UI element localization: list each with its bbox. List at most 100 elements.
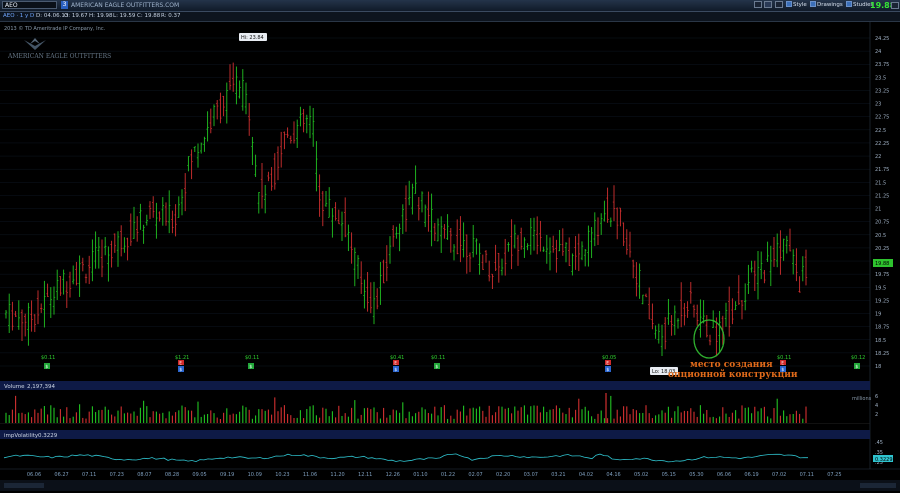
price-tick-label: 18.5 [875,338,886,344]
dividend-badge-label: $ [855,364,858,370]
volatility-current-label: 0.3229 [875,457,893,463]
time-tick-label: 09.05 [192,472,206,478]
volume-tick-label: 2 [875,412,878,418]
time-tick-label: 10.09 [248,472,262,478]
volume-label: Volume [4,384,25,390]
link-number-badge[interactable]: 3 [61,1,68,9]
time-tick-label: 06.06 [27,472,41,478]
volume-bars [5,393,807,423]
quote-high: H: 19.98 [89,13,113,19]
price-tick-label: 22.75 [875,115,889,121]
time-tick-label: 10.23 [275,472,289,478]
volume-tick-label: 6 [875,394,878,400]
scroll-track[interactable] [4,483,44,488]
price-tick-label: 24 [875,49,881,55]
price-tick-label: 24.25 [875,36,889,42]
high-marker: Hi: 23.84 [239,33,267,41]
company-name: AMERICAN EAGLE OUTFITTERS.COM [71,2,180,9]
dividend-badge-label: $ [435,364,438,370]
zoom-icon[interactable] [754,1,762,8]
time-tick-label: 11.06 [303,472,317,478]
time-tick-label: 05.02 [634,472,648,478]
time-tick-label: 07.25 [827,472,841,478]
price-axis: 24.252423.7523.523.252322.7522.522.25222… [869,22,889,469]
time-tick-label: 12.11 [358,472,372,478]
price-tick-label: 19.5 [875,285,886,291]
price-panel [0,22,870,380]
time-tick-label: 12.26 [386,472,400,478]
time-tick-label: 06.27 [54,472,68,478]
dividend-amount: $0.11 [245,355,259,361]
symbol-input[interactable]: AEO [2,1,57,9]
price-tick-label: 23.5 [875,75,886,81]
time-axis: 06.06 06.27 07.11 07.23 08.07 08.28 09.05 09.19… [27,472,842,478]
high-marker-label: Hi: 23.84 [241,35,264,41]
current-price-label: 19.88 [875,261,889,267]
time-tick-label: 07.02 [772,472,786,478]
chart-area[interactable]: 24.25 24 23.75 23.5 23.25 23 22.75 22.5 22.25 22 2… [0,22,900,491]
price-tick-label: 23 [875,102,881,108]
time-tick-label: 07.11 [82,472,96,478]
price-tick-label: 18.25 [875,351,889,357]
price-tick-label: 20.25 [875,246,889,252]
price-tick-label: 21.75 [875,167,889,173]
price-tick-label: 18 [875,364,881,370]
time-tick-label: 04.02 [579,472,593,478]
price-tick-label: 18.75 [875,325,889,331]
price-tick-label: 19.25 [875,298,889,304]
price-tick-label: 21.25 [875,193,889,199]
time-tick-label: 03.21 [551,472,565,478]
price-chart[interactable]: 24.252423.7523.523.252322.7522.522.25222… [0,22,900,491]
drawings-icon [810,1,816,7]
drawings-button[interactable]: Drawings [810,1,843,9]
volume-value: 2,197,394 [27,384,55,390]
zoom-controls[interactable] [860,483,896,488]
style-label: Style [793,2,807,8]
close-icon[interactable] [891,2,899,9]
dividend-amount: $0.11 [431,355,445,361]
volatility-header [0,430,870,439]
maximize-icon[interactable] [775,1,783,8]
time-tick-label: 02.07 [468,472,482,478]
drawings-label: Drawings [817,2,843,8]
chart-toolbar: AEO 3 AMERICAN EAGLE OUTFITTERS.COM Styl… [0,0,900,12]
time-tick-label: 01.10 [413,472,427,478]
time-tick-label: 02.20 [496,472,510,478]
time-tick-label: 05.30 [689,472,703,478]
time-tick-label: 11.20 [330,472,344,478]
time-tick-label: 05.15 [662,472,676,478]
dividend-badge-label: $ [394,367,397,373]
time-tick-label: 08.28 [165,472,179,478]
price-tick-label: 20.75 [875,220,889,226]
dividend-amount: $0.12 [851,355,865,361]
price-tick-label: 22.5 [875,128,886,134]
time-tick-label: 07.11 [800,472,814,478]
volume-tick-label: 4 [875,403,878,409]
quote-low: L: 19.59 [113,13,136,19]
price-tick-label: 20.5 [875,233,886,239]
time-tick-label: 07.23 [110,472,124,478]
volume-header [0,381,870,390]
dividend-amount: $0.11 [41,355,55,361]
volume-unit: millions [852,396,872,402]
time-tick-label: 01.22 [441,472,455,478]
volatility-value: 0.3229 [38,433,58,439]
time-tick-label: 09.19 [220,472,234,478]
chart-footer [0,480,900,491]
volatility-tick-label: .45 [875,440,883,446]
time-tick-label: 03.07 [524,472,538,478]
quote-open: O: 19.67 [64,13,88,19]
style-button[interactable]: Style [786,1,807,9]
dividend-badge-label: $ [179,367,182,373]
quote-bar: AEO · 1 y D D: 04.06.13 O: 19.67 H: 19.9… [0,12,900,22]
time-tick-label: 08.07 [137,472,151,478]
price-tick-label: 19 [875,312,881,318]
logo-text: AMERICAN EAGLE OUTFITTERS [7,53,111,60]
time-tick-label: 06.19 [744,472,758,478]
quote-close: C: 19.88 [137,13,161,19]
quote-range: R: 0.37 [161,13,181,19]
price-tick-label: 21.5 [875,180,886,186]
symbol-period[interactable]: AEO · 1 y D [3,13,34,20]
dividend-badge-label: $ [606,367,609,373]
minimize-icon[interactable] [764,1,772,8]
